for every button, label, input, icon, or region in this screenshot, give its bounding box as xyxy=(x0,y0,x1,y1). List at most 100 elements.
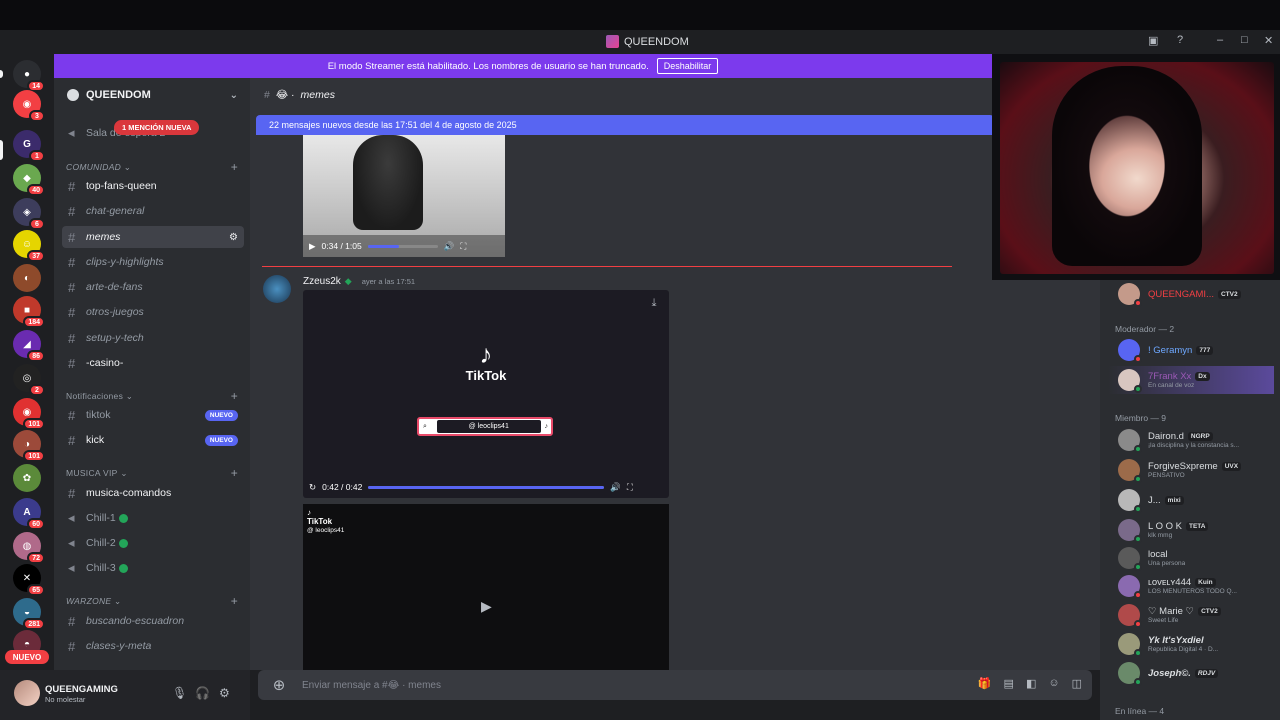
avatar[interactable] xyxy=(14,680,40,706)
server-icon[interactable]: ◈ 6 xyxy=(13,198,45,230)
server-icon[interactable]: ✿ xyxy=(13,464,41,492)
channel-setup-y-tech[interactable]: # setup-y-tech xyxy=(62,327,244,349)
server-icon[interactable]: A 60 xyxy=(13,498,45,530)
channel-chat-general[interactable]: # chat-general xyxy=(62,200,244,222)
server-icon[interactable]: ◉ 101 xyxy=(13,398,45,430)
gift-icon[interactable]: 🎁 xyxy=(978,677,992,690)
member-item[interactable]: ! Geramyn 777 xyxy=(1108,336,1274,364)
category-notificaciones[interactable]: Notificaciones ⌄ + xyxy=(66,389,244,403)
volume-icon[interactable]: 🔊 xyxy=(444,241,455,252)
server-header[interactable]: QUEENDOM ⌄ xyxy=(54,78,250,112)
gear-icon[interactable]: ⚙ xyxy=(229,232,238,243)
avatar[interactable] xyxy=(263,275,291,303)
member-item[interactable]: J... mixi xyxy=(1108,486,1274,514)
badge: 281 xyxy=(23,618,45,630)
disable-streamer-button[interactable]: Deshabilitar xyxy=(656,58,719,74)
member-tag: 777 xyxy=(1196,345,1214,355)
add-attachment-icon[interactable]: ⊕ xyxy=(266,672,292,698)
channel-kick[interactable]: # kick NUEVO xyxy=(62,429,244,451)
server-icon[interactable]: ■ 184 xyxy=(13,296,45,328)
server-icon[interactable]: ◉ 3 xyxy=(13,90,45,122)
author-name[interactable]: Zzeus2k xyxy=(303,276,341,287)
video-player[interactable]: ⤓ ♪ TikTok ⌕ @ leoclips41 ♪ ↻ 0:42 / 0:4… xyxy=(303,290,669,498)
member-name: ForgiveSxpreme UVX xyxy=(1148,461,1242,472)
message-input[interactable]: Enviar mensaje a #😂 · memes xyxy=(302,680,441,691)
new-messages-bar[interactable]: 22 mensajes nuevos desde las 17:51 del 4… xyxy=(256,115,994,135)
category-musica-vip[interactable]: MUSICA VIP ⌄ + xyxy=(66,466,244,480)
maximize-icon[interactable]: □ xyxy=(1241,34,1248,46)
fullscreen-icon[interactable]: ⛶ xyxy=(627,482,633,493)
server-icon[interactable]: ☺ 37 xyxy=(13,230,45,262)
member-item[interactable]: 7Frank Xx Dx En canal de voz xyxy=(1108,366,1274,394)
video-player[interactable]: ▶ 0:34 / 1:05 🔊 ⛶ xyxy=(303,135,505,257)
user-name[interactable]: QUEENGAMING xyxy=(45,684,118,695)
voice-channel-chill-3[interactable]: ◂ Chill-3 xyxy=(62,557,244,579)
inbox-icon[interactable]: ▣ xyxy=(1148,34,1158,47)
channel-top-fans-queen[interactable]: # top-fans-queen xyxy=(62,175,244,197)
member-tag: UVX xyxy=(1221,462,1242,471)
headphones-icon[interactable]: 🎧 xyxy=(195,686,210,700)
download-icon[interactable]: ⤓ xyxy=(645,294,663,312)
gif-icon[interactable]: ▤ xyxy=(1004,677,1014,690)
fullscreen-icon[interactable]: ⛶ xyxy=(460,241,466,252)
microphone-icon[interactable]: 🎙 xyxy=(172,686,187,700)
member-item[interactable]: ♡ Marie ♡ CTV2 Sweet Life xyxy=(1108,601,1274,629)
member-item[interactable]: local Una persona xyxy=(1108,544,1274,572)
member-item[interactable]: ForgiveSxpreme UVX PENSATIVO xyxy=(1108,456,1274,484)
dm-home-button[interactable]: ● 14 xyxy=(13,60,45,92)
channel-memes[interactable]: # memes ⚙ xyxy=(62,226,244,248)
video-player[interactable]: ♪ TikTok @ leoclips41 ▶ xyxy=(303,504,669,670)
volume-icon[interactable]: 🔊 xyxy=(610,482,621,493)
channel-buscando-escuadron[interactable]: # buscando-escuadron xyxy=(62,610,244,632)
voice-channel-chill-2[interactable]: ◂ Chill-2 xyxy=(62,532,244,554)
server-icon[interactable]: ◎ 2 xyxy=(13,364,45,396)
channel-arte-de-fans[interactable]: # arte-de-fans xyxy=(62,276,244,298)
channel-musica-comandos[interactable]: # musica-comandos xyxy=(62,482,244,504)
seek-bar[interactable] xyxy=(368,485,605,489)
member-item[interactable]: QUEENGAMI... CTV2 xyxy=(1108,280,1274,308)
category-comunidad[interactable]: COMUNIDAD ⌄ + xyxy=(66,160,244,174)
help-icon[interactable]: ? xyxy=(1177,34,1183,46)
add-channel-icon[interactable]: + xyxy=(231,466,238,480)
member-item[interactable]: ʟᴏᴠᴇʟʏ444 Kuin LOS MENUTEROS TODO Q... xyxy=(1108,572,1274,600)
play-icon[interactable]: ▶ xyxy=(481,598,492,615)
server-icon[interactable]: ✕ 65 xyxy=(13,564,45,596)
channel-clases-y-meta[interactable]: # clases-y-meta xyxy=(62,635,244,657)
new-servers-pill[interactable]: NUEVO xyxy=(5,650,49,664)
gear-icon[interactable]: ⚙ xyxy=(219,686,230,700)
server-icon[interactable]: ◍ 72 xyxy=(13,532,45,564)
server-icon[interactable]: ◐ xyxy=(13,264,41,292)
category-warzone[interactable]: WARZONE ⌄ + xyxy=(66,594,244,608)
channel-clips-y-highlights[interactable]: # clips-y-highlights xyxy=(62,251,244,273)
server-icon[interactable]: ◆ 40 xyxy=(13,164,45,196)
add-channel-icon[interactable]: + xyxy=(231,594,238,608)
channel-tiktok[interactable]: # tiktok NUEVO xyxy=(62,404,244,426)
sticker-icon[interactable]: ◧ xyxy=(1026,677,1036,690)
member-item[interactable]: Yk It'sYxdiel Republica Digital 4 · D... xyxy=(1108,630,1274,658)
webcam-overlay xyxy=(992,54,1280,280)
replay-icon[interactable]: ↻ xyxy=(309,482,316,493)
channel-casino[interactable]: # -casino- xyxy=(62,352,244,374)
server-icon[interactable]: ◑ 101 xyxy=(13,430,45,462)
close-icon[interactable]: ✕ xyxy=(1264,34,1273,47)
play-icon[interactable]: ▶ xyxy=(309,241,316,252)
member-name: J... mixi xyxy=(1148,495,1184,506)
member-item[interactable]: L O O K TETA klk mmg xyxy=(1108,516,1274,544)
server-icon[interactable]: ◢ 86 xyxy=(13,330,45,362)
add-channel-icon[interactable]: + xyxy=(231,160,238,174)
emoji-icon[interactable]: ☺ xyxy=(1048,677,1059,690)
chevron-down-icon[interactable]: ⌄ xyxy=(230,90,238,101)
member-item[interactable]: Joseph©. RDJV xyxy=(1108,659,1274,687)
seek-bar[interactable] xyxy=(367,244,438,248)
member-item[interactable]: Dairon.d NGRP ¡la disciplina y la constanc… xyxy=(1108,426,1274,454)
server-icon[interactable]: G1 xyxy=(13,130,45,162)
apps-icon[interactable]: ◫ xyxy=(1072,677,1082,690)
voice-channel-chill-1[interactable]: ◂ Chill-1 xyxy=(62,507,244,529)
channel-otros-juegos[interactable]: # otros-juegos xyxy=(62,301,244,323)
avatar xyxy=(1118,575,1142,599)
server-icon[interactable]: ◒ 281 xyxy=(13,598,45,630)
minimize-icon[interactable]: – xyxy=(1217,34,1223,46)
tiktok-search-box: ⌕ @ leoclips41 ♪ xyxy=(417,417,553,436)
new-mention-pill[interactable]: 1 MENCIÓN NUEVA xyxy=(114,120,200,135)
add-channel-icon[interactable]: + xyxy=(231,389,238,403)
